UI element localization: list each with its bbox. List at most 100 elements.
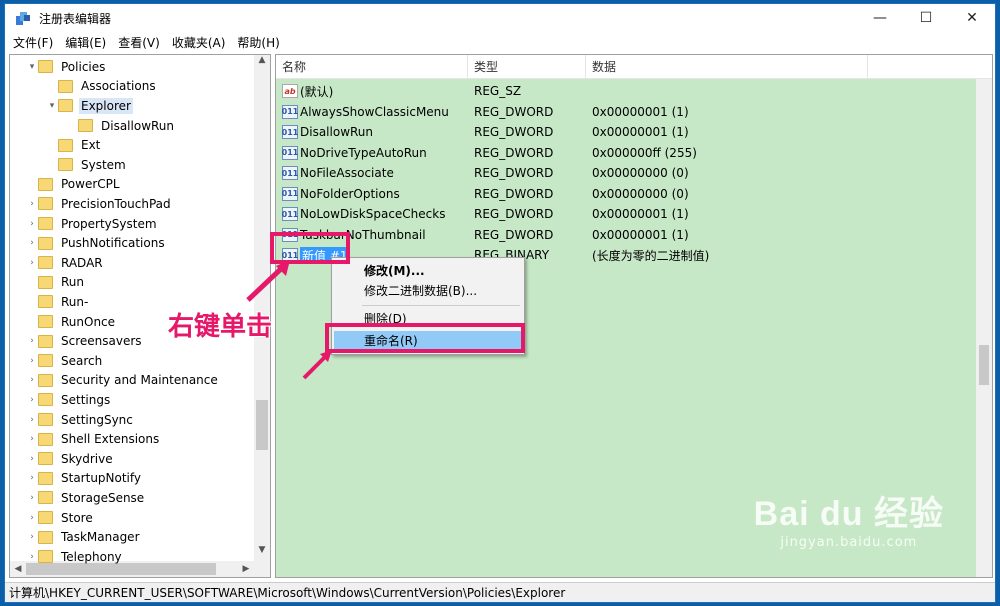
tree-item[interactable]: › PrecisionTouchPad bbox=[26, 194, 173, 214]
chevron-right-icon[interactable]: › bbox=[26, 258, 38, 268]
value-row[interactable]: 011 NoFileAssociate REG_DWORD 0x00000000 (0… bbox=[276, 163, 992, 184]
watermark-url: jingyan.baidu.com bbox=[780, 535, 918, 550]
value-row[interactable]: 011 AlwaysShowClassicMenu REG_DWORD 0x00000… bbox=[276, 102, 992, 123]
tree-item-label: Ext bbox=[81, 138, 101, 153]
value-name-cell: 011 NoFileAssociate bbox=[282, 166, 394, 181]
tree-item[interactable]: Associations bbox=[46, 77, 158, 97]
chevron-right-icon[interactable]: › bbox=[26, 493, 38, 503]
tree-item[interactable]: Run bbox=[26, 273, 86, 293]
chevron-right-icon[interactable]: › bbox=[26, 454, 38, 464]
tree-item[interactable]: › PushNotifications bbox=[26, 233, 167, 253]
menu-view[interactable]: 查看(V) bbox=[118, 34, 160, 51]
value-row[interactable]: 011 NoDriveTypeAutoRun REG_DWORD 0x000000ff… bbox=[276, 143, 992, 164]
highlight-box-rename bbox=[325, 323, 525, 353]
chevron-down-icon[interactable]: ▾ bbox=[26, 62, 38, 72]
value-name-cell: 011 NoDriveTypeAutoRun bbox=[282, 145, 427, 160]
column-name[interactable]: 名称 bbox=[276, 55, 468, 79]
tree-item[interactable]: › Skydrive bbox=[26, 449, 115, 469]
menu-favorites[interactable]: 收藏夹(A) bbox=[172, 34, 226, 51]
scroll-thumb[interactable] bbox=[256, 400, 268, 450]
folder-icon bbox=[38, 275, 53, 289]
tree-item-label: Run- bbox=[61, 294, 89, 309]
value-data: 0x00000001 (1) bbox=[592, 125, 689, 140]
tree-item[interactable]: › RADAR bbox=[26, 253, 105, 273]
tree-item-label: Run bbox=[61, 275, 85, 290]
menu-help[interactable]: 帮助(H) bbox=[237, 34, 279, 51]
chevron-down-icon[interactable]: ▾ bbox=[46, 101, 58, 111]
value-name-cell: 011 NoFolderOptions bbox=[282, 186, 400, 201]
value-type: REG_DWORD bbox=[474, 166, 554, 181]
tree-item[interactable]: › StartupNotify bbox=[26, 469, 143, 489]
tree-item[interactable]: › Store bbox=[26, 508, 95, 528]
string-value-icon: ab bbox=[282, 84, 298, 99]
scroll-down-icon[interactable]: ▼ bbox=[254, 545, 270, 561]
tree-item[interactable]: › Telephony bbox=[26, 547, 124, 567]
scroll-right-icon[interactable]: ▶ bbox=[238, 561, 254, 577]
scroll-up-icon[interactable]: ▲ bbox=[254, 55, 270, 71]
chevron-right-icon[interactable]: › bbox=[26, 238, 38, 248]
tree-item[interactable]: › Search bbox=[26, 351, 104, 371]
value-name-cell: 011 AlwaysShowClassicMenu bbox=[282, 104, 449, 119]
menu-file[interactable]: 文件(F) bbox=[13, 34, 53, 51]
column-data[interactable]: 数据 bbox=[586, 55, 868, 79]
scroll-left-icon[interactable]: ◀ bbox=[10, 561, 26, 577]
chevron-right-icon[interactable]: › bbox=[26, 415, 38, 425]
chevron-right-icon[interactable]: › bbox=[26, 473, 38, 483]
value-row[interactable]: 011 NoFolderOptions REG_DWORD 0x00000000 (0… bbox=[276, 184, 992, 205]
chevron-right-icon[interactable]: › bbox=[26, 199, 38, 209]
chevron-right-icon[interactable]: › bbox=[26, 513, 38, 523]
tree-item[interactable]: › Security and Maintenance bbox=[26, 371, 220, 391]
menu-separator bbox=[362, 305, 520, 306]
chevron-right-icon[interactable]: › bbox=[26, 219, 38, 229]
tree-item[interactable]: › SettingSync bbox=[26, 410, 135, 430]
chevron-right-icon[interactable]: › bbox=[26, 434, 38, 444]
folder-icon bbox=[58, 158, 73, 172]
value-row[interactable]: 011 NoLowDiskSpaceChecks REG_DWORD 0x000000… bbox=[276, 204, 992, 225]
menu-modify-binary[interactable]: 修改二进制数据(B)... bbox=[334, 281, 522, 301]
tree-item[interactable]: PowerCPL bbox=[26, 175, 122, 195]
tree-item[interactable]: › Shell Extensions bbox=[26, 429, 161, 449]
tree-item-label: Shell Extensions bbox=[61, 432, 160, 447]
value-row[interactable]: 011 DisallowRun REG_DWORD 0x00000001 (1) bbox=[276, 122, 992, 143]
binary-value-icon: 011 bbox=[282, 186, 298, 201]
chevron-right-icon[interactable]: › bbox=[26, 336, 38, 346]
value-row[interactable]: 011 TaskbarNoThumbnail REG_DWORD 0x00000001… bbox=[276, 225, 992, 246]
tree-item-label: Store bbox=[61, 510, 93, 525]
chevron-right-icon[interactable]: › bbox=[26, 356, 38, 366]
tree-item[interactable]: ▾ Policies bbox=[26, 57, 107, 77]
scroll-thumb[interactable] bbox=[979, 345, 989, 385]
tree-item[interactable]: › Screensavers bbox=[26, 331, 144, 351]
chevron-right-icon[interactable]: › bbox=[26, 395, 38, 405]
menu-edit[interactable]: 编辑(E) bbox=[65, 34, 106, 51]
value-data: (长度为零的二进制值) bbox=[592, 248, 710, 263]
annotation-arrow-icon bbox=[302, 350, 332, 380]
maximize-button[interactable]: ☐ bbox=[903, 4, 949, 32]
tree-item[interactable]: › Settings bbox=[26, 390, 112, 410]
folder-icon bbox=[58, 79, 73, 93]
tree-item[interactable]: Run- bbox=[26, 292, 90, 312]
tree-item[interactable]: RunOnce bbox=[26, 312, 117, 332]
folder-icon bbox=[58, 99, 73, 113]
tree-item[interactable]: Ext bbox=[46, 135, 102, 155]
tree-item-label: Explorer bbox=[79, 97, 133, 114]
tree-item[interactable]: › PropertySystem bbox=[26, 214, 159, 234]
tree-item[interactable]: ▾ Explorer bbox=[46, 96, 133, 116]
column-type[interactable]: 类型 bbox=[468, 55, 586, 79]
value-name: NoFileAssociate bbox=[300, 166, 394, 181]
chevron-right-icon[interactable]: › bbox=[26, 532, 38, 542]
chevron-right-icon[interactable]: › bbox=[26, 552, 38, 562]
value-name: NoLowDiskSpaceChecks bbox=[300, 207, 446, 222]
tree-item[interactable]: › StorageSense bbox=[26, 488, 146, 508]
tree-item-label: PropertySystem bbox=[61, 216, 157, 231]
tree-item-label: SettingSync bbox=[61, 412, 133, 427]
minimize-button[interactable]: — bbox=[857, 4, 903, 32]
value-row[interactable]: ab (默认) REG_SZ bbox=[276, 81, 992, 102]
tree-item[interactable]: DisallowRun bbox=[66, 116, 176, 136]
chevron-right-icon[interactable]: › bbox=[26, 375, 38, 385]
tree-item[interactable]: System bbox=[46, 155, 128, 175]
menu-modify[interactable]: 修改(M)... bbox=[334, 261, 522, 281]
folder-icon bbox=[38, 295, 53, 309]
tree-item[interactable]: › TaskManager bbox=[26, 527, 142, 547]
close-button[interactable]: ✕ bbox=[949, 4, 995, 32]
folder-icon bbox=[38, 373, 53, 387]
